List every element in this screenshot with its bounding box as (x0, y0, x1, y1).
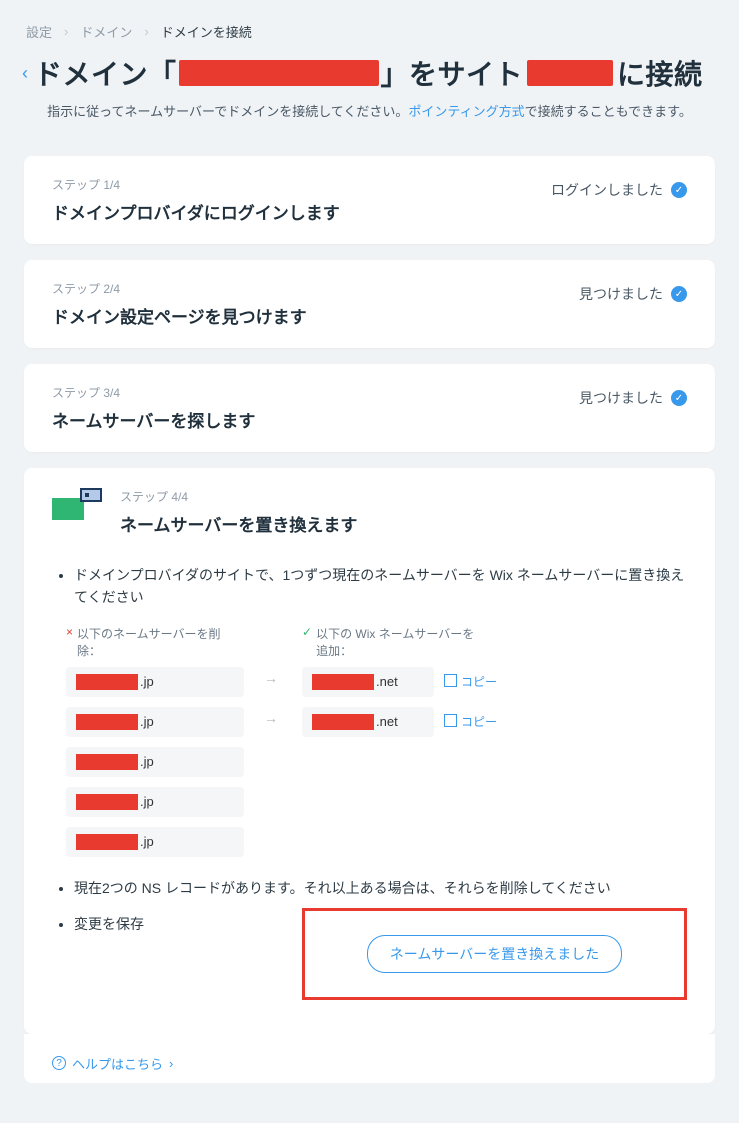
step-card-3: ステップ 3/4 ネームサーバーを探します 見つけました ✓ (24, 364, 715, 452)
step-title: ネームサーバーを探します (52, 407, 255, 432)
ns-remove-item: .jp (66, 667, 244, 697)
check-icon: ✓ (671, 182, 687, 198)
chevron-right-icon: › (144, 24, 148, 39)
chevron-right-icon: › (64, 24, 68, 39)
ns-remove-item: .jp (66, 827, 244, 857)
step-card-2: ステップ 2/4 ドメイン設定ページを見つけます 見つけました ✓ (24, 260, 715, 348)
redacted-site (527, 60, 613, 86)
nameserver-replace-icon (52, 488, 102, 522)
redacted-ns (312, 674, 374, 690)
remove-label: ×以下のネームサーバーを削除： (66, 625, 244, 659)
step-number: ステップ 3/4 (52, 384, 255, 401)
help-icon: ? (52, 1056, 66, 1070)
help-link[interactable]: ? ヘルプはこちら › (24, 1034, 715, 1083)
copy-icon (446, 676, 457, 687)
back-button[interactable]: ‹ (22, 63, 28, 84)
step-card-4: ステップ 4/4 ネームサーバーを置き換えます ドメインプロバイダのサイトで、1… (24, 468, 715, 1034)
step-status: 見つけました ✓ (579, 284, 687, 304)
instruction-records: 現在2つの NS レコードがあります。それ以上ある場合は、それらを削除してくださ… (74, 877, 687, 899)
title-mid1: 」をサイト (381, 53, 524, 93)
pointing-method-link[interactable]: ポインティング方式 (408, 104, 524, 119)
page-title: ドメイン「 」をサイト に接続 (34, 53, 703, 93)
ns-remove-item: .jp (66, 747, 244, 777)
step-card-1: ステップ 1/4 ドメインプロバイダにログインします ログインしました ✓ (24, 156, 715, 244)
redacted-domain (179, 60, 379, 86)
step-number: ステップ 1/4 (52, 176, 340, 193)
check-icon: ✓ (302, 625, 312, 639)
redacted-ns (76, 834, 138, 850)
remove-column: ×以下のネームサーバーを削除： .jp .jp .jp .jp .jp (66, 625, 244, 867)
step-status-text: 見つけました (579, 284, 663, 304)
title-pre: ドメイン「 (34, 53, 177, 93)
x-icon: × (66, 625, 73, 639)
instruction-replace: ドメインプロバイダのサイトで、1つずつ現在のネームサーバーを Wix ネームサー… (74, 564, 687, 609)
page-subtitle: 指示に従ってネームサーバーでドメインを接続してください。ポインティング方式で接続… (0, 95, 739, 140)
step-title: ネームサーバーを置き換えます (120, 511, 357, 536)
subtitle-post: で接続することもできます。 (525, 104, 692, 119)
arrow-column: → → (264, 625, 282, 743)
confirm-replaced-button[interactable]: ネームサーバーを置き換えました (367, 935, 622, 973)
step-status-text: 見つけました (579, 388, 663, 408)
redacted-ns (76, 754, 138, 770)
ns-remove-item: .jp (66, 707, 244, 737)
step-status: ログインしました ✓ (551, 180, 687, 200)
redacted-ns (76, 674, 138, 690)
add-label: ✓以下の Wix ネームサーバーを追加： (302, 625, 687, 659)
page-title-row: ‹ ドメイン「 」をサイト に接続 (0, 47, 739, 95)
copy-button[interactable]: コピー (446, 673, 497, 690)
chevron-right-icon: › (169, 1056, 173, 1071)
check-icon: ✓ (671, 286, 687, 302)
help-text: ヘルプはこちら (72, 1054, 163, 1073)
copy-button[interactable]: コピー (446, 713, 497, 730)
step-title: ドメインプロバイダにログインします (52, 199, 340, 224)
breadcrumb-domain[interactable]: ドメイン (80, 22, 132, 41)
copy-icon (446, 716, 457, 727)
redacted-ns (76, 714, 138, 730)
add-column: ✓以下の Wix ネームサーバーを追加： .net コピー .net コピー (302, 625, 687, 747)
title-mid2: に接続 (617, 53, 703, 93)
nameserver-grid: ×以下のネームサーバーを削除： .jp .jp .jp .jp .jp → → … (66, 625, 687, 867)
step-title: ドメイン設定ページを見つけます (52, 303, 307, 328)
breadcrumb-settings[interactable]: 設定 (26, 22, 52, 41)
breadcrumb: 設定 › ドメイン › ドメインを接続 (0, 0, 739, 47)
redacted-ns (76, 794, 138, 810)
arrow-right-icon: → (264, 663, 282, 693)
ns-remove-item: .jp (66, 787, 244, 817)
arrow-right-icon: → (264, 703, 282, 733)
step-status: 見つけました ✓ (579, 388, 687, 408)
redacted-ns (312, 714, 374, 730)
breadcrumb-current: ドメインを接続 (161, 22, 252, 41)
step-status-text: ログインしました (551, 180, 663, 200)
action-highlight-box: ネームサーバーを置き換えました (302, 908, 687, 1000)
subtitle-pre: 指示に従ってネームサーバーでドメインを接続してください。 (47, 104, 408, 119)
check-icon: ✓ (671, 390, 687, 406)
ns-add-item: .net (302, 667, 434, 697)
step-number: ステップ 2/4 (52, 280, 307, 297)
step-number: ステップ 4/4 (120, 488, 357, 505)
ns-add-item: .net (302, 707, 434, 737)
